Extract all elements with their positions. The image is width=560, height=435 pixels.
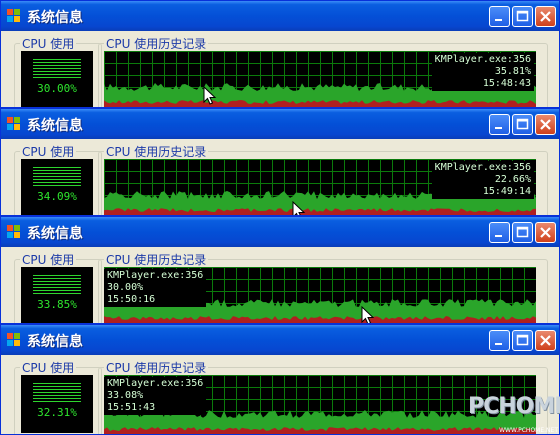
maximize-button[interactable]: [512, 6, 533, 27]
cpu-usage-meter: 34.09%: [21, 159, 93, 215]
cpu-usage-value: 33.85%: [37, 298, 77, 311]
process-name: KMPlayer.exe:356: [434, 54, 531, 65]
cpu-usage-meter: 30.00%: [21, 51, 93, 107]
maximize-button[interactable]: [512, 114, 533, 135]
cpu-usage-meter: 32.31%: [21, 375, 93, 433]
process-name: KMPlayer.exe:356: [434, 162, 531, 173]
cpu-meter-bars: [33, 383, 81, 403]
maximize-icon: [516, 226, 529, 238]
windows-logo-icon: [7, 117, 20, 130]
cpu-history-label: CPU 使用历史记录: [104, 143, 209, 160]
minimize-button[interactable]: [489, 6, 510, 27]
process-cpu-percent: 33.08%: [107, 390, 144, 401]
minimize-icon: [495, 343, 502, 345]
process-info: KMPlayer.exe:356 35.81% 15:48:43: [431, 53, 534, 91]
process-cpu-percent: 22.66%: [494, 174, 531, 185]
process-info: KMPlayer.exe:356 22.66% 15:49:14: [431, 161, 534, 199]
watermark-logo-text: PCHOME: [468, 394, 560, 419]
maximize-icon: [516, 334, 529, 346]
mouse-cursor-icon: [361, 306, 375, 323]
process-info: KMPlayer.exe:356 30.00% 15:50:16: [104, 269, 207, 307]
process-cpu-percent: 35.81%: [494, 66, 531, 77]
minimize-icon: [495, 235, 502, 237]
title-bar[interactable]: 系统信息: [1, 1, 559, 31]
watermark-url: WWW.PCHOME.NET: [499, 427, 558, 434]
title-bar[interactable]: 系统信息: [1, 217, 559, 247]
cpu-history-label: CPU 使用历史记录: [104, 359, 209, 376]
maximize-button[interactable]: [512, 222, 533, 243]
cpu-usage-value: 32.31%: [37, 406, 77, 419]
minimize-button[interactable]: [489, 114, 510, 135]
close-icon: [540, 227, 551, 238]
process-name: KMPlayer.exe:356: [107, 270, 204, 281]
process-cpu-percent: 30.00%: [107, 282, 144, 293]
maximize-button[interactable]: [512, 330, 533, 351]
cpu-usage-label: CPU 使用: [20, 35, 77, 52]
windows-logo-icon: [7, 333, 20, 346]
timestamp: 15:51:43: [107, 402, 156, 413]
close-button[interactable]: [535, 330, 556, 351]
pchome-watermark: PCHOME WWW.PCHOME.NET: [468, 392, 560, 435]
minimize-icon: [495, 19, 502, 21]
window-title: 系统信息: [27, 118, 83, 134]
system-info-window-2: 系统信息 CPU 使用 CPU 使用历史记录 34.09% KMPlayer.e…: [0, 108, 560, 216]
close-icon: [540, 335, 551, 346]
timestamp: 15:49:14: [482, 186, 531, 197]
close-icon: [540, 119, 551, 130]
process-name: KMPlayer.exe:356: [107, 378, 204, 389]
title-bar[interactable]: 系统信息: [1, 109, 559, 139]
timestamp: 15:50:16: [107, 294, 156, 305]
cpu-usage-value: 30.00%: [37, 82, 77, 95]
minimize-button[interactable]: [489, 222, 510, 243]
close-button[interactable]: [535, 222, 556, 243]
process-info: KMPlayer.exe:356 33.08% 15:51:43: [104, 377, 207, 415]
cpu-history-graph: KMPlayer.exe:356 22.66% 15:49:14: [104, 159, 536, 215]
cpu-history-graph: KMPlayer.exe:356 35.81% 15:48:43: [104, 51, 536, 107]
cpu-usage-label: CPU 使用: [20, 251, 77, 268]
cpu-meter-bars: [33, 59, 81, 79]
mouse-cursor-icon: [292, 201, 306, 215]
cpu-usage-value: 34.09%: [37, 190, 77, 203]
cpu-usage-label: CPU 使用: [20, 143, 77, 160]
window-title: 系统信息: [27, 334, 83, 350]
cpu-history-label: CPU 使用历史记录: [104, 251, 209, 268]
window-title: 系统信息: [27, 10, 83, 26]
cpu-usage-meter: 33.85%: [21, 267, 93, 323]
maximize-icon: [516, 118, 529, 130]
timestamp: 15:48:43: [482, 78, 531, 89]
windows-logo-icon: [7, 9, 20, 22]
cpu-meter-bars: [33, 167, 81, 187]
system-info-window-3: 系统信息 CPU 使用 CPU 使用历史记录 33.85% KMPlayer.e…: [0, 216, 560, 324]
cpu-meter-bars: [33, 275, 81, 295]
close-button[interactable]: [535, 114, 556, 135]
close-icon: [540, 11, 551, 22]
window-title: 系统信息: [27, 226, 83, 242]
cpu-history-label: CPU 使用历史记录: [104, 35, 209, 52]
system-info-window-1: 系统信息 CPU 使用 CPU 使用历史记录 30.00% KMPlayer.e…: [0, 0, 560, 108]
close-button[interactable]: [535, 6, 556, 27]
minimize-icon: [495, 127, 502, 129]
cpu-history-graph: KMPlayer.exe:356 30.00% 15:50:16: [104, 267, 536, 323]
cpu-usage-label: CPU 使用: [20, 359, 77, 376]
windows-logo-icon: [7, 225, 20, 238]
title-bar[interactable]: 系统信息: [1, 325, 559, 355]
mouse-cursor-icon: [203, 86, 217, 105]
maximize-icon: [516, 10, 529, 22]
minimize-button[interactable]: [489, 330, 510, 351]
